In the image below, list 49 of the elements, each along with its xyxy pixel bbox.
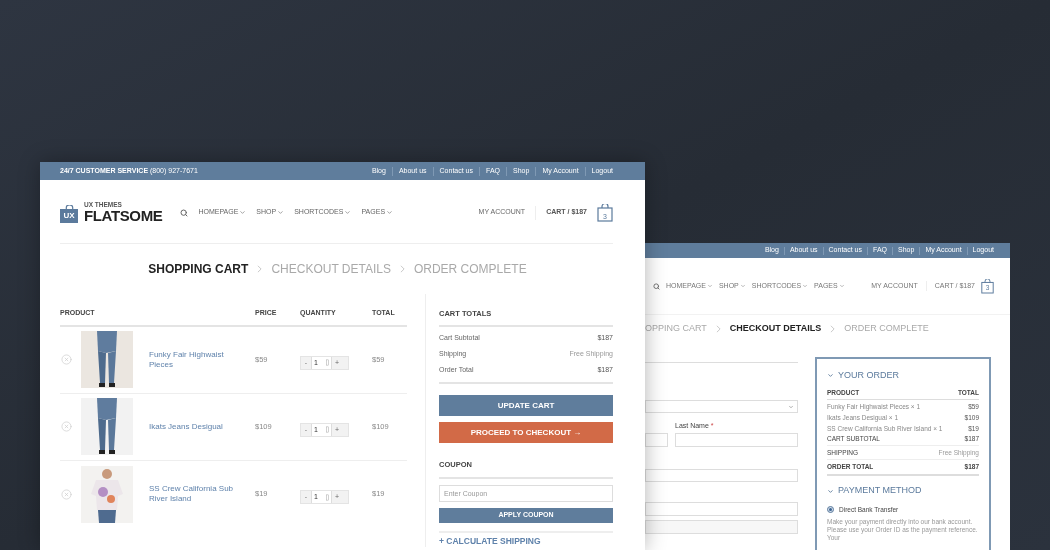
spinner-icon[interactable] [326,359,329,367]
logo-badge: UX [60,209,78,224]
checkout-button[interactable]: PROCEED TO CHECKOUT → [439,422,613,444]
caret-icon [788,403,794,410]
caret-icon [706,283,713,289]
chevron-icon [830,324,836,333]
chevron-icon [399,265,405,273]
checkout-step[interactable]: ORDER COMPLETE [413,260,527,278]
remove-icon[interactable] [61,354,72,365]
caret-icon [344,209,352,216]
input-field[interactable] [645,519,798,534]
bag-icon[interactable] [597,203,613,222]
product-link[interactable]: Ikats Jeans Desigual [149,421,239,432]
caret-icon [277,209,285,216]
input-field[interactable] [675,432,798,447]
section-title: PAYMENT METHOD [838,484,922,498]
remove-icon[interactable] [61,421,72,432]
chevron-icon [715,324,721,333]
chevron-icon [827,372,834,380]
section-title: YOUR ORDER [838,369,899,382]
input-field[interactable] [645,501,798,516]
spinner-icon[interactable] [326,493,329,501]
remove-icon[interactable] [61,488,72,500]
checkout-step[interactable]: OPPING CART [645,321,707,336]
checkout-step[interactable]: CHECKOUT DETAILS [729,321,822,336]
update-cart-button[interactable]: UPDATE CART [439,395,613,417]
input-field[interactable] [645,432,668,447]
select-field[interactable] [645,400,798,413]
search-icon[interactable] [180,208,189,217]
product-link[interactable]: Funky Fair Highwaist Pieces [149,349,239,370]
chevron-icon [827,487,834,495]
calculate-shipping-link[interactable]: + CALCULATE SHIPPING [439,535,541,547]
caret-icon [739,283,746,289]
search-icon[interactable] [653,282,660,290]
spinner-icon[interactable] [326,426,329,434]
input-field[interactable] [645,468,798,482]
radio-button[interactable] [827,506,834,514]
checkout-step[interactable]: CHECKOUT DETAILS [271,260,391,278]
bag-icon[interactable] [981,278,994,294]
logo-name: FLATSOME [84,208,163,224]
caret-icon [386,209,394,216]
checkout-step[interactable]: ORDER COMPLETE [844,321,929,336]
product-link[interactable]: SS Crew California Sub River Island [149,484,239,504]
caret-icon [802,283,809,289]
caret-icon [239,209,247,216]
chevron-icon [257,265,263,273]
checkout-step[interactable]: SHOPPING CART [148,260,249,278]
bag-handle-icon [64,205,74,210]
caret-icon [838,283,845,289]
